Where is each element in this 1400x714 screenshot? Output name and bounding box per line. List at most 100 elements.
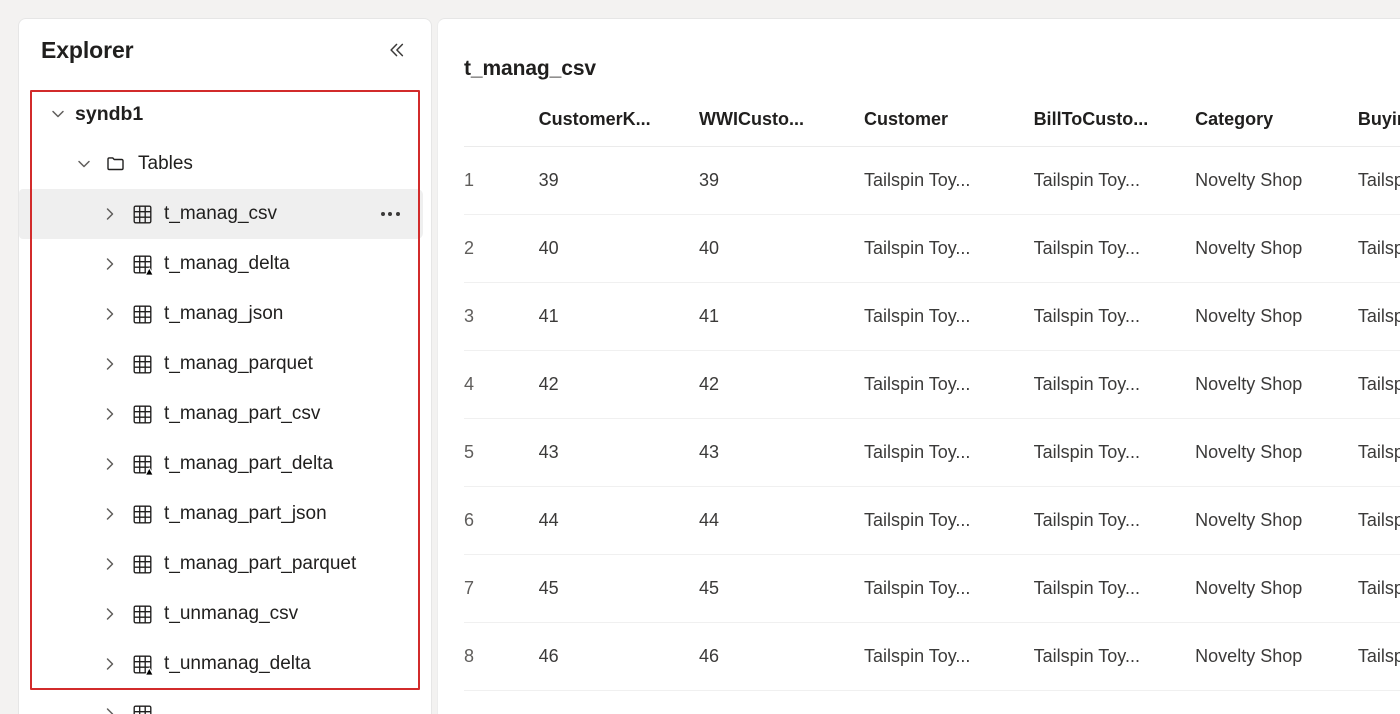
tree-item-t_unmanag_delta[interactable]: t_unmanag_delta: [19, 639, 423, 689]
table-icon: [133, 355, 151, 373]
tree-item-t_manag_delta[interactable]: t_manag_delta: [19, 239, 423, 289]
tree-item-Tables[interactable]: Tables: [19, 139, 423, 189]
table-icon: [133, 705, 151, 714]
grid-cell: 41: [699, 282, 865, 351]
grid-cell: Tailspin Toy...: [864, 350, 1034, 419]
table-row[interactable]: 7 45 45 Tailspin Toy... Tailspin Toy... Novel…: [464, 554, 1400, 623]
grid-col-header[interactable]: WWICusto...: [699, 109, 864, 147]
grid-cell: Novelty Shop: [1195, 418, 1358, 487]
grid-cell: Tailspin Toy...: [864, 214, 1034, 283]
tree-twisty-collapsed[interactable]: [93, 505, 127, 523]
tree-twisty-collapsed[interactable]: [93, 405, 127, 423]
table-icon: [127, 353, 157, 376]
row-index-cell: 4: [464, 350, 539, 419]
tree-item-t_manag_part_csv[interactable]: t_manag_part_csv: [19, 389, 423, 439]
table-icon: [127, 553, 157, 576]
page-title: Explorer: [41, 36, 134, 63]
row-index-cell: 2: [464, 214, 539, 283]
grid-cell: 45: [538, 554, 700, 623]
grid-cell: Tailspin Toy...: [1033, 554, 1196, 623]
grid-cell: Tailspin Toy: [1357, 350, 1400, 419]
grid-cell: 46: [699, 622, 865, 691]
tree-item-partial-12[interactable]: [19, 689, 423, 714]
tree-twisty-collapsed[interactable]: [93, 605, 127, 623]
table-icon: [127, 703, 157, 714]
tree-item-label: t_manag_part_delta: [164, 453, 334, 474]
grid-col-header[interactable]: BillToCusto...: [1034, 109, 1196, 147]
grid-cell: Tailspin Toy...: [864, 554, 1034, 623]
table-preview-panel: t_manag_csv CustomerK... WWICusto... Custo…: [437, 18, 1400, 714]
table-delta-icon: [127, 253, 157, 276]
tree-item-label: t_manag_parquet: [164, 353, 313, 374]
tree-item-label: t_manag_delta: [164, 253, 290, 274]
tree-twisty-collapsed[interactable]: [93, 455, 127, 473]
grid-cell: Novelty Shop: [1195, 282, 1358, 351]
grid-cell: 39: [538, 146, 700, 215]
table-delta-icon: [127, 453, 157, 476]
tree-twisty-collapsed[interactable]: [93, 355, 127, 373]
row-index-cell: 7: [464, 554, 539, 623]
table-name-heading: t_manag_csv: [464, 57, 596, 80]
tree-item-t_manag_csv[interactable]: t_manag_csv: [19, 189, 423, 239]
table-delta-icon: [127, 653, 157, 676]
tree-item-label: Tables: [138, 153, 193, 174]
tree-item-label: t_manag_json: [164, 303, 284, 324]
table-delta-icon: [133, 255, 154, 276]
explorer-sidebar: Explorer syndb1 Tables t_manag_csv t_manag_…: [18, 18, 432, 714]
data-grid-body: 1 39 39 Tailspin Toy... Tailspin Toy... Novel…: [464, 146, 1400, 691]
grid-cell: 45: [699, 554, 865, 623]
table-row[interactable]: 2 40 40 Tailspin Toy... Tailspin Toy... Novel…: [464, 214, 1400, 283]
grid-cell: Novelty Shop: [1195, 350, 1358, 419]
tree-twisty-expanded[interactable]: [67, 155, 101, 173]
tree-twisty-collapsed[interactable]: [93, 705, 127, 714]
grid-cell: Tailspin Toy...: [1033, 282, 1196, 351]
table-icon: [133, 205, 151, 223]
tree-item-syndb1[interactable]: syndb1: [19, 89, 423, 139]
tree-twisty-collapsed[interactable]: [93, 305, 127, 323]
tree-twisty-collapsed[interactable]: [93, 255, 127, 273]
row-index-cell: 5: [464, 418, 539, 487]
grid-cell: 42: [538, 350, 700, 419]
tree-item-t_manag_part_delta[interactable]: t_manag_part_delta: [19, 439, 423, 489]
chevron-down-icon: [52, 110, 64, 118]
grid-cell: Tailspin Toy: [1357, 282, 1400, 351]
grid-col-header[interactable]: BuyingGro: [1358, 109, 1400, 147]
folder-icon: [107, 157, 124, 171]
tree-item-t_manag_json[interactable]: t_manag_json: [19, 289, 423, 339]
grid-col-header[interactable]: CustomerK...: [539, 109, 699, 147]
grid-cell: Novelty Shop: [1195, 622, 1358, 691]
tree-item-more-options-button[interactable]: [375, 201, 405, 227]
tree-twisty-collapsed[interactable]: [93, 655, 127, 673]
grid-col-rownum[interactable]: [464, 109, 539, 147]
table-icon: [127, 403, 157, 426]
tree-item-t_manag_part_parquet[interactable]: t_manag_part_parquet: [19, 539, 423, 589]
tree-twisty-collapsed[interactable]: [93, 205, 127, 223]
grid-cell: 44: [538, 486, 700, 555]
tree-twisty-expanded[interactable]: [41, 105, 75, 123]
grid-cell: 40: [699, 214, 865, 283]
grid-cell: Tailspin Toy...: [1033, 146, 1196, 215]
table-row[interactable]: 8 46 46 Tailspin Toy... Tailspin Toy... Novel…: [464, 622, 1400, 691]
grid-cell: Novelty Shop: [1195, 486, 1358, 555]
ellipsis-dot: [380, 212, 385, 216]
tree-twisty-collapsed[interactable]: [93, 555, 127, 573]
table-icon: [133, 605, 151, 623]
table-row[interactable]: 6 44 44 Tailspin Toy... Tailspin Toy... Novel…: [464, 486, 1400, 555]
grid-cell: Tailspin Toy: [1357, 554, 1400, 623]
table-row[interactable]: 5 43 43 Tailspin Toy... Tailspin Toy... Novel…: [464, 418, 1400, 487]
table-row[interactable]: 3 41 41 Tailspin Toy... Tailspin Toy... Novel…: [464, 282, 1400, 351]
table-row[interactable]: 1 39 39 Tailspin Toy... Tailspin Toy... Novel…: [464, 146, 1400, 215]
tree-item-t_manag_parquet[interactable]: t_manag_parquet: [19, 339, 423, 389]
table-row[interactable]: 4 42 42 Tailspin Toy... Tailspin Toy... Novel…: [464, 350, 1400, 419]
tree-item-t_unmanag_csv[interactable]: t_unmanag_csv: [19, 589, 423, 639]
chevron-right-icon: [106, 208, 114, 220]
grid-col-header[interactable]: Category: [1195, 109, 1358, 147]
chevron-right-icon: [106, 708, 114, 714]
collapse-panel-button[interactable]: [381, 34, 413, 66]
explorer-header: Explorer: [19, 19, 431, 81]
grid-cell: Tailspin Toy...: [864, 146, 1034, 215]
grid-col-header[interactable]: Customer: [864, 109, 1034, 147]
ellipsis-dot: [395, 212, 400, 216]
data-grid-scroll-area[interactable]: CustomerK... WWICusto... Customer BillToCus…: [438, 109, 1400, 691]
tree-item-t_manag_part_json[interactable]: t_manag_part_json: [19, 489, 423, 539]
